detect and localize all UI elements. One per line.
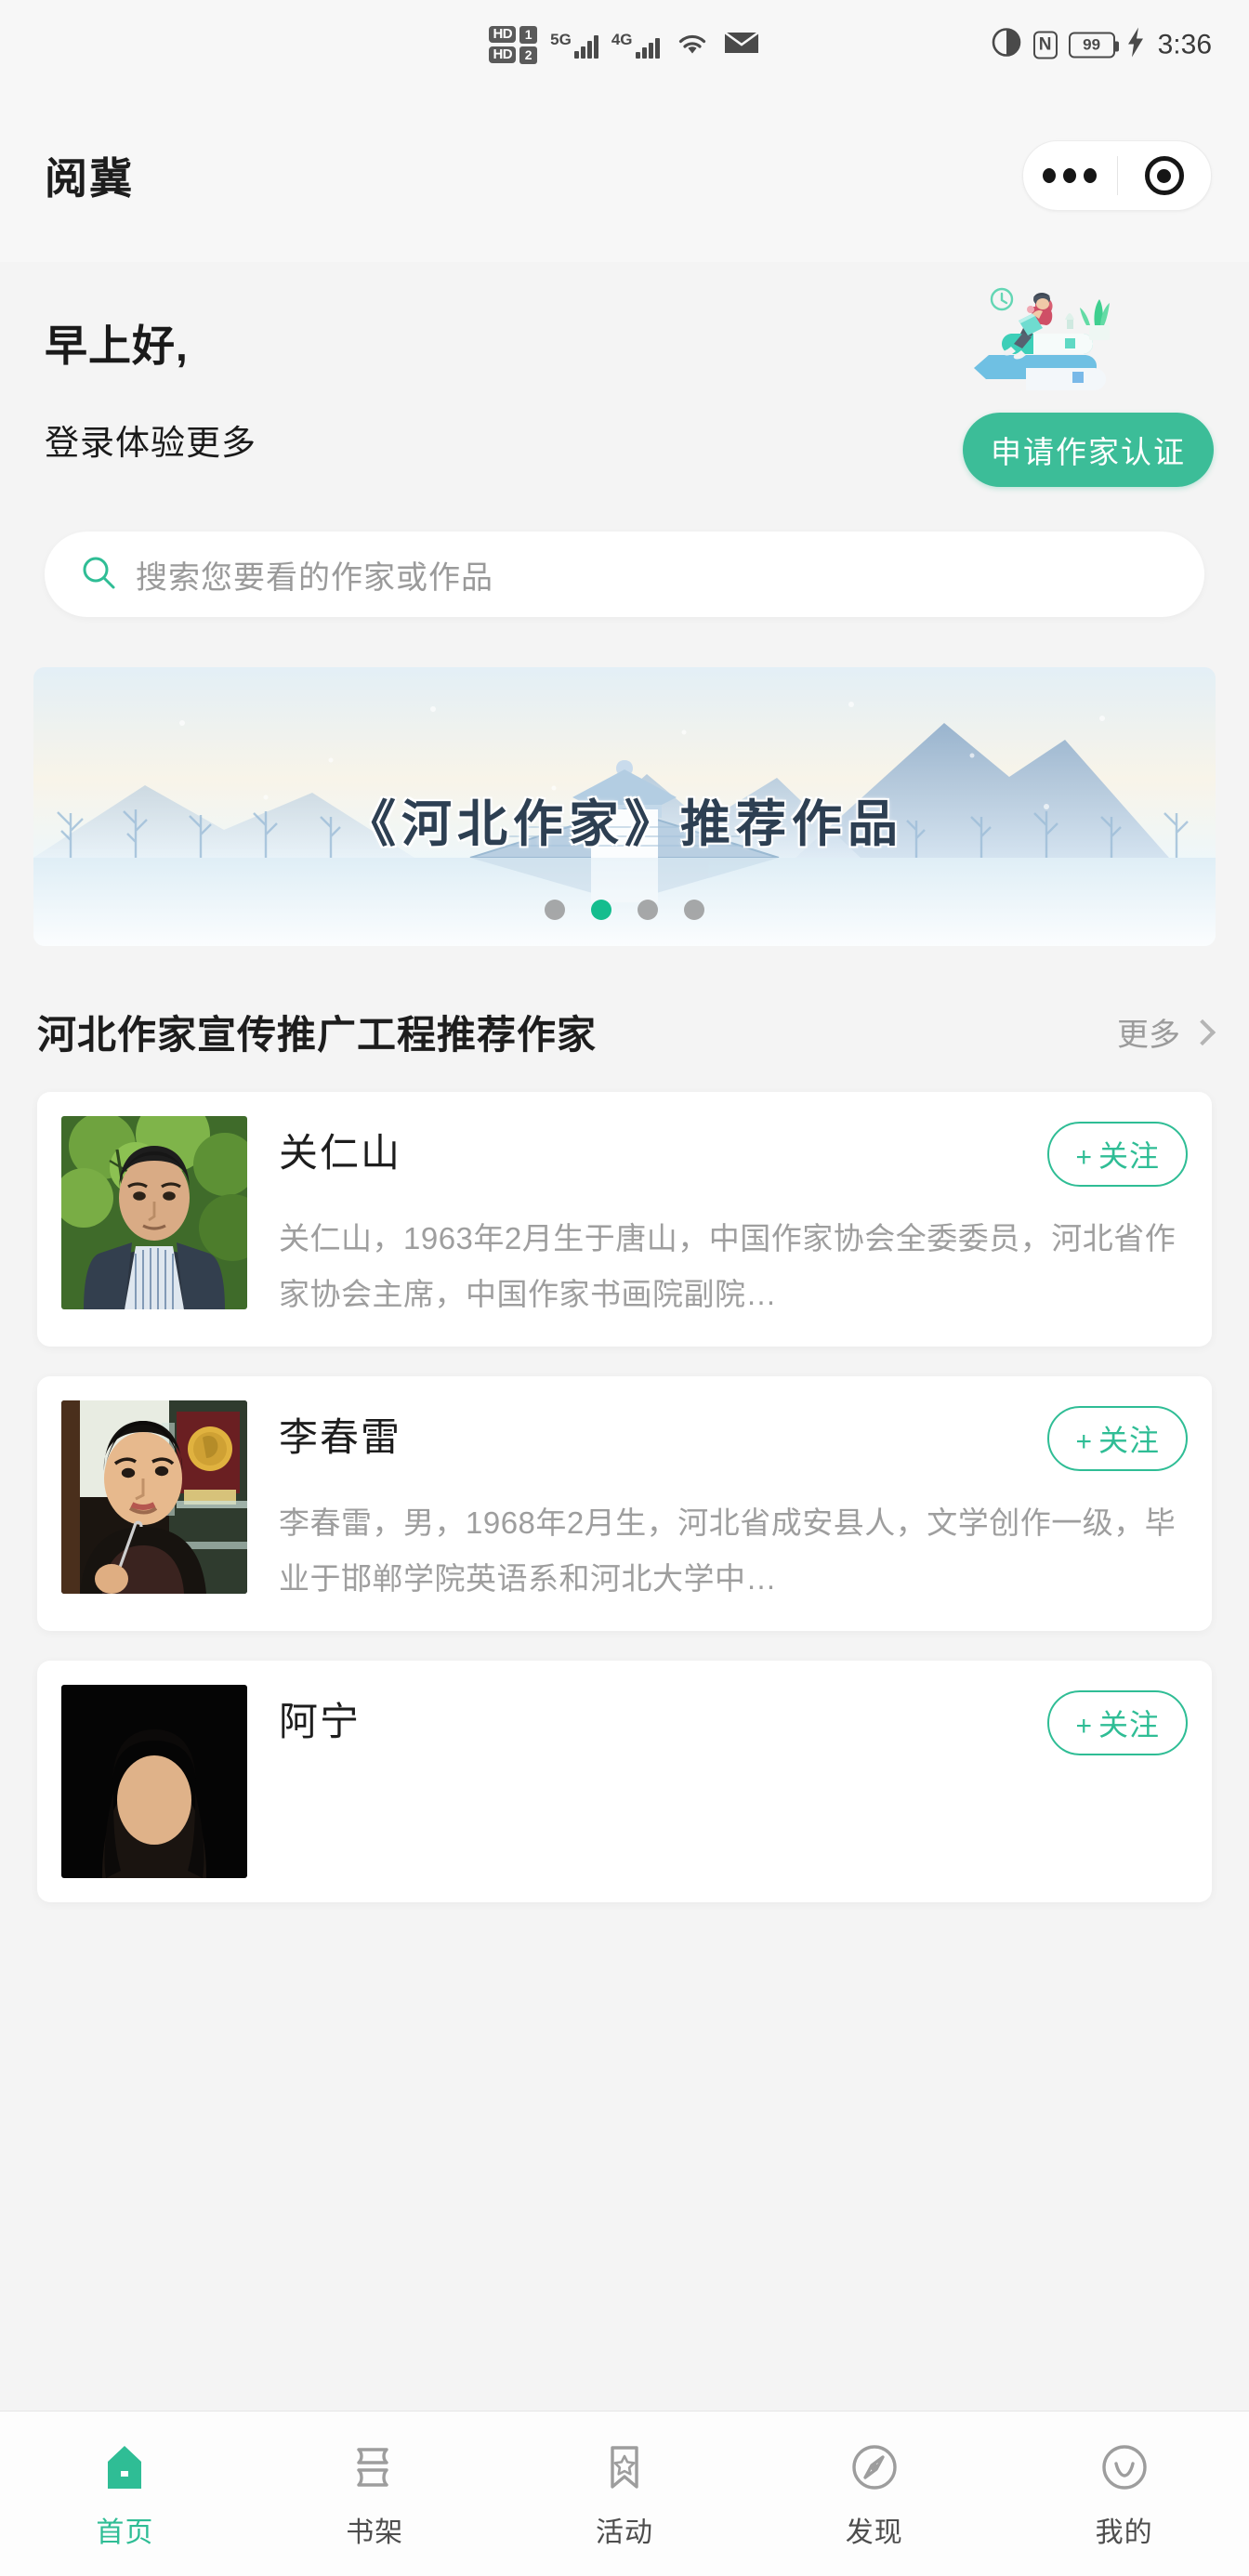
compass-icon: [846, 2438, 903, 2496]
sim2-icon: 2: [519, 46, 538, 64]
bookshelf-icon: [346, 2438, 403, 2496]
author-name: 阿宁: [279, 1700, 362, 1743]
author-card[interactable]: 阿宁 + 关注: [37, 1661, 1212, 1902]
carousel-dots[interactable]: [33, 900, 1216, 920]
tab-label-activity: 活动: [595, 2517, 653, 2548]
follow-button[interactable]: + 关注: [1047, 1122, 1188, 1187]
mail-icon: [723, 29, 760, 61]
tab-label-profile: 我的: [1095, 2517, 1153, 2548]
signal-group-2: 4G: [611, 31, 660, 59]
search-icon: [80, 554, 117, 596]
page-title: 阅冀: [45, 154, 134, 203]
person-reading-on-books-illustration: [961, 279, 1128, 400]
tab-label-discover: 发现: [845, 2517, 903, 2548]
status-bar-left-icons: HD 1 HD 2 5G 4G: [489, 25, 760, 64]
nfc-icon: N: [1032, 31, 1058, 59]
more-label: 更多: [1117, 1018, 1180, 1053]
sim2-row: HD 2: [489, 46, 538, 64]
app-screen: HD 1 HD 2 5G 4G N 99 3:36 阅冀 早上好, 登录体验更多…: [0, 0, 1249, 2576]
banner-title: 《河北作家》推荐作品: [346, 794, 903, 853]
eye-comfort-icon: [991, 27, 1022, 63]
signal-group-1: 5G: [550, 31, 598, 59]
charging-bolt-icon: [1126, 27, 1145, 62]
tab-profile[interactable]: 我的: [999, 2438, 1249, 2550]
target-circle-icon[interactable]: [1118, 156, 1212, 195]
signal-bars-2-icon: [635, 34, 660, 59]
hd2-icon: HD: [489, 46, 517, 64]
network-type-4g-label: 4G: [611, 31, 633, 48]
tab-activity[interactable]: 活动: [500, 2438, 750, 2550]
author-name: 关仁山: [279, 1131, 402, 1175]
author-card-list: 关仁山 + 关注 关仁山，1963年2月生于唐山，中国作家协会全委委员，河北省作家…: [37, 1092, 1212, 1902]
tab-label-bookshelf: 书架: [346, 2517, 404, 2548]
battery-icon: 99: [1068, 32, 1119, 58]
follow-button[interactable]: + 关注: [1047, 1406, 1188, 1471]
status-bar-clock: 3:36: [1157, 29, 1212, 59]
status-bar-right-icons: N 99 3:36: [991, 27, 1212, 63]
profile-smiley-icon: [1096, 2438, 1153, 2496]
tab-bookshelf[interactable]: 书架: [250, 2438, 500, 2550]
follow-label: 关注: [1098, 1708, 1160, 1741]
chevron-right-icon: [1189, 1019, 1216, 1045]
promo-banner-carousel[interactable]: 《河北作家》推荐作品: [33, 667, 1216, 946]
carousel-dot-1[interactable]: [545, 900, 565, 920]
status-bar: HD 1 HD 2 5G 4G N 99 3:36: [0, 0, 1249, 89]
search-bar[interactable]: 搜索您要看的作家或作品: [45, 532, 1204, 617]
author-portrait-lichunlei: [61, 1400, 247, 1594]
tab-home[interactable]: 首页: [0, 2438, 250, 2550]
volte-hd-stack: HD 1 HD 2: [489, 25, 538, 64]
carousel-dot-4[interactable]: [684, 900, 704, 920]
section-title: 河北作家宣传推广工程推荐作家: [37, 1013, 598, 1057]
follow-button[interactable]: + 关注: [1047, 1690, 1188, 1755]
tab-discover[interactable]: 发现: [749, 2438, 999, 2550]
follow-plus-icon: +: [1075, 1142, 1093, 1173]
author-portrait-aning: [61, 1685, 247, 1878]
greeting-section: 早上好, 登录体验更多 申请作家认证: [0, 262, 1249, 532]
author-info: 关仁山 + 关注 关仁山，1963年2月生于唐山，中国作家协会全委委员，河北省作家…: [279, 1116, 1188, 1322]
follow-label: 关注: [1098, 1424, 1160, 1457]
author-card[interactable]: 李春雷 + 关注 李春雷，男，1968年2月生，河北省成安县人，文学创作一级，毕业…: [37, 1376, 1212, 1631]
recommended-authors-header: 河北作家宣传推广工程推荐作家 更多: [37, 1004, 1216, 1060]
sim1-row: HD 1: [489, 25, 538, 44]
bottom-tab-bar: 首页 书架 活动 发现 我的: [0, 2411, 1249, 2576]
tab-label-home: 首页: [96, 2517, 154, 2548]
signal-bars-1-icon: [573, 34, 598, 59]
navigation-bar: 阅冀: [0, 89, 1249, 262]
more-link[interactable]: 更多: [1117, 1009, 1216, 1055]
author-bio: 关仁山，1963年2月生于唐山，中国作家协会全委委员，河北省作家协会主席，中国作…: [279, 1221, 1177, 1311]
apply-author-certification-button[interactable]: 申请作家认证: [963, 413, 1214, 487]
follow-plus-icon: +: [1075, 1711, 1093, 1741]
sim1-icon: 1: [519, 25, 538, 44]
wifi-icon: [675, 29, 710, 61]
more-dots-icon[interactable]: [1023, 168, 1117, 183]
author-card-top: 关仁山 + 关注: [279, 1122, 1188, 1187]
author-info: 李春雷 + 关注 李春雷，男，1968年2月生，河北省成安县人，文学创作一级，毕业…: [279, 1400, 1188, 1607]
network-type-5g-label: 5G: [550, 31, 572, 48]
author-card-top: 阿宁 + 关注: [279, 1690, 1188, 1755]
carousel-dot-2[interactable]: [591, 900, 611, 920]
author-card[interactable]: 关仁山 + 关注 关仁山，1963年2月生于唐山，中国作家协会全委委员，河北省作家…: [37, 1092, 1212, 1347]
search-input[interactable]: 搜索您要看的作家或作品: [136, 552, 493, 598]
carousel-dot-3[interactable]: [638, 900, 658, 920]
follow-label: 关注: [1098, 1139, 1160, 1173]
author-card-top: 李春雷 + 关注: [279, 1406, 1188, 1471]
author-portrait-guanrenshan: [61, 1116, 247, 1309]
author-bio: 李春雷，男，1968年2月生，河北省成安县人，文学创作一级，毕业于邯郸学院英语系…: [279, 1505, 1177, 1596]
miniprogram-capsule[interactable]: [1022, 140, 1212, 211]
hd1-icon: HD: [489, 25, 517, 44]
home-icon: [96, 2438, 153, 2496]
page-content: 早上好, 登录体验更多 申请作家认证 搜索您要看的作家或作品 《河北作家》推荐作…: [0, 262, 1249, 2280]
follow-plus-icon: +: [1075, 1426, 1093, 1457]
author-name: 李春雷: [279, 1415, 402, 1459]
author-info: 阿宁 + 关注: [279, 1685, 1188, 1878]
bookmark-star-icon: [596, 2438, 653, 2496]
